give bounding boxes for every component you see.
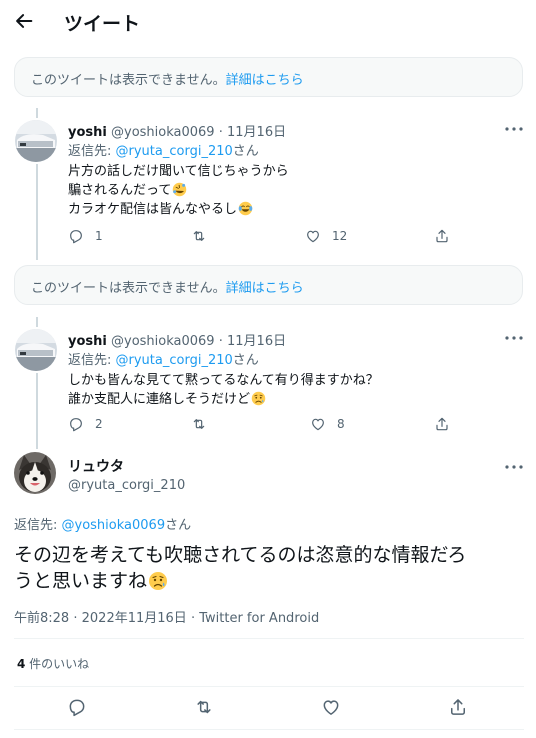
reply-count: 1: [95, 229, 103, 243]
heart-icon[interactable]: [321, 697, 341, 717]
face-with-tears-of-joy-icon: [238, 201, 253, 216]
reply-prefix: 返信先:: [68, 144, 116, 159]
tweet-date[interactable]: 2022年11月16日: [82, 611, 187, 626]
sad-but-relieved-face-icon: [148, 571, 168, 591]
reply-bubble-icon[interactable]: [67, 697, 87, 717]
share-icon: [434, 416, 450, 432]
likes-summary[interactable]: 4 件のいいね: [17, 655, 89, 672]
tweet-metadata: 午前8:28 · 2022年11月16日 · Twitter for Andro…: [14, 607, 319, 626]
tweet-header: yoshi @yoshioka0069 · 11月16日: [68, 330, 286, 349]
tweet-text-line: うと思いますね: [14, 568, 526, 594]
tweet-text: うと思いますね: [14, 570, 148, 592]
tweet-text: カラオケ配信は皆んなやるし: [68, 202, 238, 217]
thread-connector: [36, 373, 38, 449]
reply-bubble-icon: [68, 228, 84, 244]
unavailable-tweet-notice: このツイートは表示できません。詳細はこちら: [14, 265, 523, 305]
timestamp[interactable]: 11月16日: [227, 125, 286, 140]
divider: [14, 686, 524, 687]
share-button[interactable]: [434, 415, 450, 433]
reply-count: 2: [95, 417, 103, 431]
reply-suffix: さん: [232, 353, 259, 368]
retweet-icon: [191, 416, 207, 432]
tweet-time[interactable]: 午前8:28: [14, 611, 69, 626]
share-icon[interactable]: [448, 697, 468, 717]
tweet-text-line: カラオケ配信は皆んなやるし: [68, 198, 253, 217]
tweet-source[interactable]: Twitter for Android: [199, 611, 319, 626]
avatar-image: [15, 120, 57, 162]
separator: ·: [73, 611, 78, 626]
avatar[interactable]: [15, 120, 57, 162]
arrow-left-icon[interactable]: [13, 10, 35, 32]
display-name[interactable]: リュウタ: [68, 456, 124, 476]
tweet-header: yoshi @yoshioka0069 · 11月16日: [68, 121, 286, 140]
heart-icon: [305, 228, 321, 244]
divider: [14, 729, 524, 730]
display-name[interactable]: yoshi: [68, 334, 107, 349]
tweet-text-line: 騙されるんだって: [68, 179, 187, 198]
tweet-text-line: その辺を考えても吹聴されてるのは恣意的な情報だろ: [14, 544, 467, 566]
more-horizontal-icon[interactable]: [504, 461, 524, 473]
tweet-text-line: しかも皆んな見てて黙ってるなんて有り得ますかね？: [68, 373, 379, 388]
corgi-avatar-image: [14, 452, 56, 494]
top-bar: ツイート: [0, 0, 536, 44]
thread-connector: [36, 317, 38, 327]
heart-icon: [310, 416, 326, 432]
reply-button[interactable]: 2: [68, 415, 103, 433]
more-horizontal-icon[interactable]: [504, 123, 524, 135]
learn-more-link[interactable]: 詳細はこちら: [226, 73, 304, 88]
retweet-icon[interactable]: [194, 697, 214, 717]
notice-text: このツイートは表示できません。: [31, 73, 226, 88]
timestamp[interactable]: 11月16日: [227, 334, 286, 349]
username[interactable]: @ryuta_corgi_210: [68, 478, 185, 493]
rolling-on-floor-laughing-icon: [172, 182, 187, 197]
tweet-text: 誰か支配人に連絡しそうだけど: [68, 392, 251, 407]
like-button[interactable]: 8: [310, 415, 345, 433]
separator: ·: [218, 334, 223, 349]
mention-link[interactable]: @yoshioka0069: [62, 518, 166, 533]
page-title: ツイート: [64, 13, 141, 35]
thread-connector: [36, 108, 38, 118]
reply-context: 返信先: @yoshioka0069さん: [14, 514, 191, 533]
more-horizontal-icon[interactable]: [504, 332, 524, 344]
reply-button[interactable]: 1: [68, 227, 103, 245]
reply-context: 返信先: @ryuta_corgi_210さん: [68, 349, 259, 368]
reply-prefix: 返信先:: [68, 353, 116, 368]
thread-connector: [36, 164, 38, 260]
reply-prefix: 返信先:: [14, 518, 62, 533]
learn-more-link[interactable]: 詳細はこちら: [226, 281, 304, 296]
reply-suffix: さん: [232, 144, 259, 159]
divider: [14, 638, 524, 639]
tweet-text: 騙されるんだって: [68, 183, 172, 198]
mention-link[interactable]: @ryuta_corgi_210: [116, 144, 233, 159]
mention-link[interactable]: @ryuta_corgi_210: [116, 353, 233, 368]
like-label: 件のいいね: [25, 657, 90, 671]
avatar[interactable]: [14, 452, 56, 494]
avatar[interactable]: [15, 329, 57, 371]
unavailable-tweet-notice: このツイートは表示できません。詳細はこちら: [14, 57, 523, 97]
retweet-button[interactable]: [191, 227, 207, 245]
separator: ·: [218, 125, 223, 140]
like-count: 12: [332, 229, 348, 243]
like-count: 8: [337, 417, 345, 431]
like-button[interactable]: 12: [305, 227, 347, 245]
retweet-icon: [191, 228, 207, 244]
tweet-text-line: 片方の話しだけ聞いて信じちゃうから: [68, 164, 289, 179]
tweet-text-line: 誰か支配人に連絡しそうだけど: [68, 388, 266, 407]
share-icon: [434, 228, 450, 244]
share-button[interactable]: [434, 227, 450, 245]
separator: ·: [190, 611, 196, 626]
reply-suffix: さん: [165, 518, 192, 533]
retweet-button[interactable]: [191, 415, 207, 433]
reply-bubble-icon: [68, 416, 84, 432]
sad-but-relieved-face-icon: [251, 391, 266, 406]
reply-context: 返信先: @ryuta_corgi_210さん: [68, 140, 259, 159]
display-name[interactable]: yoshi: [68, 125, 107, 140]
username[interactable]: @yoshioka0069: [111, 334, 215, 349]
avatar-image: [15, 329, 57, 371]
notice-text: このツイートは表示できません。: [31, 281, 226, 296]
username[interactable]: @yoshioka0069: [111, 125, 215, 140]
